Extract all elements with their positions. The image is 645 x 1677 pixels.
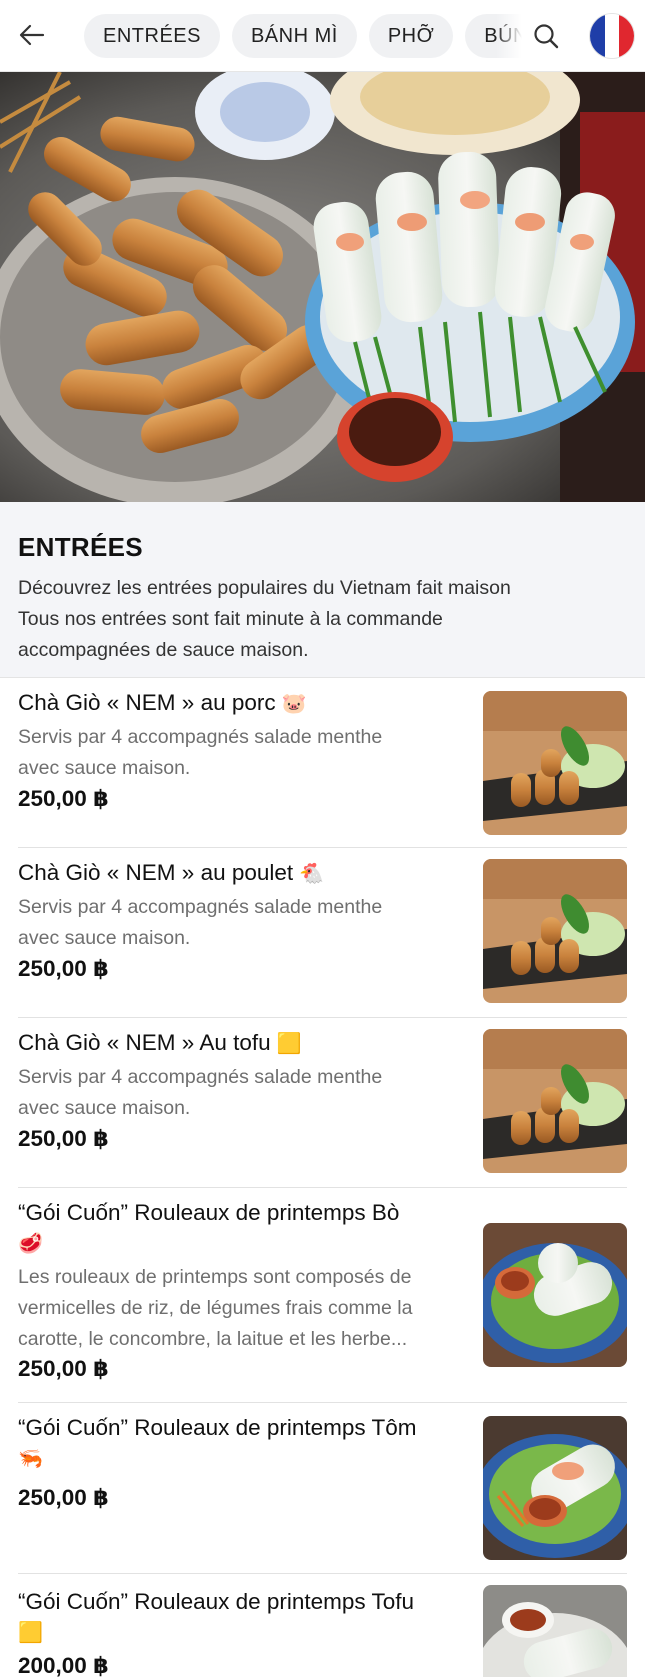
menu-item-nem-porc[interactable]: Chà Giò « NEM » au porc 🐷 Servis par 4 a… — [0, 678, 645, 848]
section-title: ENTRÉES — [18, 532, 143, 562]
item-price: 250,00 ฿ — [18, 956, 109, 981]
top-nav-bar: ENTRÉESBÁNH MÌPHỠBÚN — [0, 0, 645, 72]
pig-icon: 🐷 — [281, 691, 307, 715]
menu-item-nem-tofu[interactable]: Chà Giò « NEM » Au tofu 🟨 Servis par 4 a… — [0, 1018, 645, 1188]
item-thumbnail[interactable] — [483, 1223, 627, 1367]
item-thumbnail[interactable] — [483, 691, 627, 835]
tofu-icon: 🟨 — [276, 1031, 302, 1055]
item-thumbnail[interactable] — [483, 859, 627, 1003]
item-name: Chà Giò « NEM » Au tofu 🟨 — [18, 1028, 473, 1058]
item-divider — [18, 1573, 627, 1574]
search-button[interactable] — [527, 17, 565, 55]
item-name-line: “Gói Cuốn” Rouleaux de printemps Tôm — [18, 1415, 417, 1440]
back-arrow-icon — [19, 24, 45, 46]
item-name-text: Chà Giò « NEM » au poulet — [18, 860, 294, 885]
chicken-icon: 🐔 — [299, 861, 325, 885]
item-name: “Gói Cuốn” Rouleaux de printemps Tofu 🟨 — [18, 1587, 473, 1647]
item-description: Servis par 4 accompagnés salade menthe a… — [18, 1062, 473, 1124]
tab-pho[interactable]: PHỠ — [368, 14, 454, 58]
hero-image — [0, 72, 645, 502]
menu-item-goi-cuon-tom[interactable]: “Gói Cuốn” Rouleaux de printemps Tôm 🦐 2… — [0, 1403, 645, 1573]
item-name-text: Chà Giò « NEM » au porc — [18, 690, 276, 715]
item-name: Chà Giò « NEM » au porc 🐷 — [18, 688, 473, 718]
section-header: ENTRÉES Découvrez les entrées populaires… — [0, 502, 645, 678]
item-description: Les rouleaux de printemps sont composés … — [18, 1262, 473, 1355]
item-thumbnail[interactable] — [483, 1585, 627, 1677]
item-name: Chà Giò « NEM » au poulet 🐔 — [18, 858, 473, 888]
flag-red-stripe — [619, 14, 634, 58]
item-name: “Gói Cuốn” Rouleaux de printemps Bò 🥩 — [18, 1198, 473, 1258]
item-description-line: Servis par 4 accompagnés salade menthe — [18, 1066, 383, 1088]
item-description-line: vermicelles de riz, de légumes frais com… — [18, 1297, 413, 1319]
item-description-line: carotte, le concombre, la laitue et les … — [18, 1328, 408, 1350]
item-name-line: “Gói Cuốn” Rouleaux de printemps Bò — [18, 1200, 400, 1225]
section-description: Découvrez les entrées populaires du Viet… — [18, 573, 627, 666]
section-description-line: Tous nos entrées sont fait minute à la c… — [18, 608, 443, 630]
item-description-line: Servis par 4 accompagnés salade menthe — [18, 896, 383, 918]
item-name: “Gói Cuốn” Rouleaux de printemps Tôm 🦐 — [18, 1413, 473, 1473]
item-price: 250,00 ฿ — [18, 1356, 109, 1381]
item-price: 250,00 ฿ — [18, 1126, 109, 1151]
section-description-line: accompagnées de sauce maison. — [18, 639, 309, 661]
tabs-fade — [496, 14, 522, 58]
search-icon — [534, 24, 559, 49]
tofu-icon: 🟨 — [18, 1620, 43, 1644]
item-price: 200,00 ฿ — [18, 1653, 109, 1677]
item-description-line: Servis par 4 accompagnés salade menthe — [18, 726, 383, 748]
shrimp-icon: 🦐 — [18, 1446, 43, 1470]
section-description-line: Découvrez les entrées populaires du Viet… — [18, 577, 511, 599]
tab-entrees[interactable]: ENTRÉES — [84, 14, 220, 58]
language-flag-button[interactable] — [590, 14, 634, 58]
item-description: Servis par 4 accompagnés salade menthe a… — [18, 722, 473, 784]
french-flag-icon — [590, 14, 605, 58]
item-description-line: avec sauce maison. — [18, 757, 191, 779]
item-description: Servis par 4 accompagnés salade menthe a… — [18, 892, 473, 954]
flag-white-stripe — [604, 14, 620, 58]
item-price: 250,00 ฿ — [18, 786, 109, 811]
item-thumbnail[interactable] — [483, 1416, 627, 1560]
item-thumbnail[interactable] — [483, 1029, 627, 1173]
item-price: 250,00 ฿ — [18, 1485, 109, 1510]
item-name-line: “Gói Cuốn” Rouleaux de printemps Tofu — [18, 1589, 415, 1614]
menu-item-goi-cuon-bo[interactable]: “Gói Cuốn” Rouleaux de printemps Bò 🥩 Le… — [0, 1188, 645, 1403]
item-description-line: avec sauce maison. — [18, 927, 191, 949]
tab-banh-mi[interactable]: BÁNH MÌ — [231, 14, 357, 58]
menu-item-goi-cuon-tofu[interactable]: “Gói Cuốn” Rouleaux de printemps Tofu 🟨 … — [0, 1573, 645, 1677]
back-button[interactable] — [14, 17, 50, 53]
item-description-line: Les rouleaux de printemps sont composés … — [18, 1266, 412, 1288]
menu-item-nem-poulet[interactable]: Chà Giò « NEM » au poulet 🐔 Servis par 4… — [0, 848, 645, 1018]
category-tabs: ENTRÉESBÁNH MÌPHỠBÚN — [84, 14, 522, 58]
item-name-text: Chà Giò « NEM » Au tofu — [18, 1030, 271, 1055]
item-description-line: avec sauce maison. — [18, 1097, 191, 1119]
beef-icon: 🥩 — [18, 1231, 43, 1255]
